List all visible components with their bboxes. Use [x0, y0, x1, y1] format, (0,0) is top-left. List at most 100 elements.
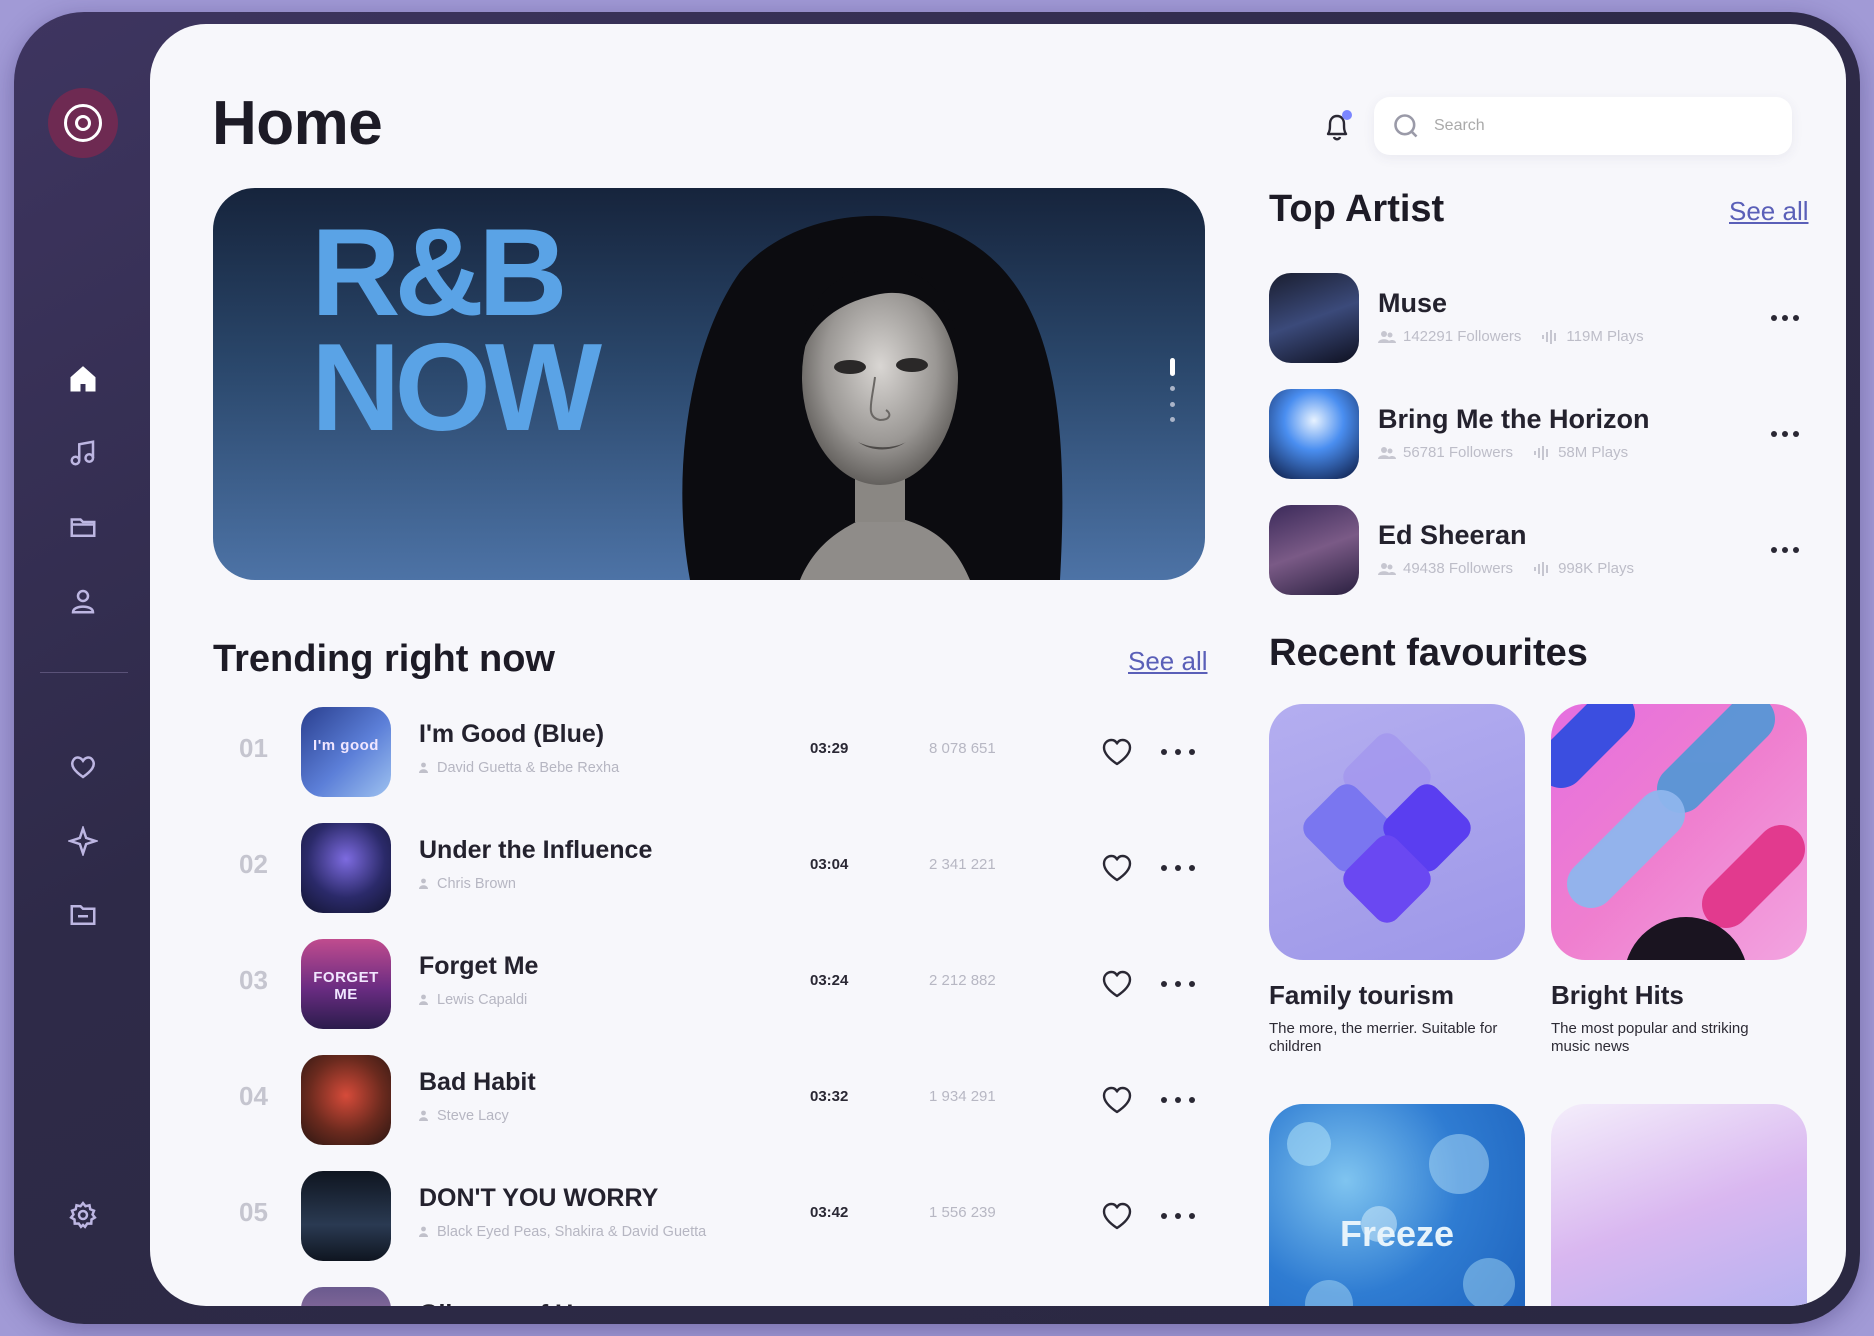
track-artist: Chris Brown	[419, 876, 516, 892]
dot	[1771, 315, 1777, 321]
person-icon	[419, 877, 428, 889]
sidebar-item-discover[interactable]	[58, 816, 108, 866]
track-cover[interactable]	[301, 1171, 391, 1261]
featured-banner[interactable]: R&B NOW	[213, 188, 1205, 580]
sparkle-icon	[68, 826, 98, 856]
notifications-button[interactable]	[1322, 110, 1352, 144]
artist-photo[interactable]	[1269, 273, 1359, 363]
more-options-button[interactable]	[1161, 854, 1195, 882]
sidebar-item-home[interactable]	[58, 354, 108, 404]
favourite-card-gradient[interactable]	[1551, 1104, 1807, 1306]
banner-page-dot[interactable]	[1169, 358, 1175, 376]
search-input[interactable]	[1434, 117, 1764, 135]
track-row[interactable]: 02 Under the Influence Chris Brown 03:04 2 3…	[213, 822, 1205, 914]
more-options-button[interactable]	[1161, 970, 1195, 998]
artist-name[interactable]: Bring Me the Horizon	[1378, 404, 1650, 435]
person-icon	[419, 1225, 428, 1237]
track-title[interactable]: I'm Good (Blue)	[419, 720, 604, 749]
track-play-count: 2 341 221	[929, 856, 996, 873]
track-row[interactable]: 06Glimpse of Us	[213, 1286, 1205, 1306]
artist-row[interactable]: Muse 142291 Followers 119M Plays	[1269, 272, 1813, 364]
track-cover[interactable]	[301, 1055, 391, 1145]
dot	[1175, 749, 1181, 755]
like-button[interactable]	[1101, 969, 1133, 999]
track-title[interactable]: Bad Habit	[419, 1068, 536, 1097]
more-options-button[interactable]	[1161, 1202, 1195, 1230]
recent-favourites-title: Recent favourites	[1269, 632, 1588, 674]
track-rank: 02	[239, 849, 268, 879]
track-duration: 03:42	[810, 1204, 849, 1221]
dot	[1175, 1097, 1181, 1103]
artist-stats: 56781 Followers 58M Plays	[1378, 444, 1628, 461]
plays-waveform-icon	[1534, 445, 1549, 460]
bright-hits-cover	[1551, 704, 1805, 960]
artist-plays: 119M Plays	[1566, 328, 1644, 345]
artist-stats: 49438 Followers 998K Plays	[1378, 560, 1634, 577]
track-cover[interactable]	[301, 1287, 391, 1306]
track-cover[interactable]: I'm good	[301, 707, 391, 797]
track-title[interactable]: Glimpse of Us	[419, 1300, 587, 1306]
track-row[interactable]: 05 DON'T YOU WORRY Black Eyed Peas, Shakir…	[213, 1170, 1205, 1262]
favourite-description: The more, the merrier. Suitable for chil…	[1269, 1020, 1498, 1055]
track-cover[interactable]	[301, 823, 391, 913]
followers-icon	[1378, 446, 1396, 459]
track-row[interactable]: 03 FORGET ME Forget Me Lewis Capaldi 03:24 2 …	[213, 938, 1205, 1030]
top-artist-see-all-link[interactable]: See all	[1729, 196, 1809, 227]
like-button[interactable]	[1101, 1085, 1133, 1115]
sidebar-item-settings[interactable]	[58, 1190, 108, 1240]
like-button[interactable]	[1101, 853, 1133, 883]
trending-see-all-link[interactable]: See all	[1128, 646, 1208, 677]
dot	[1782, 431, 1788, 437]
sidebar-item-music[interactable]	[58, 428, 108, 478]
more-options-button[interactable]	[1771, 304, 1799, 332]
banner-portrait	[682, 215, 1063, 580]
track-play-count: 1 934 291	[929, 1088, 996, 1105]
favourite-card-freeze[interactable]: Freeze	[1269, 1104, 1525, 1306]
track-cover-text: I'm good	[313, 737, 379, 754]
person-icon	[419, 993, 428, 1005]
sidebar-item-library[interactable]	[58, 502, 108, 552]
plays-waveform-icon	[1542, 329, 1557, 344]
more-options-button[interactable]	[1771, 420, 1799, 448]
dot	[1161, 865, 1167, 871]
more-options-button[interactable]	[1771, 536, 1799, 564]
track-title[interactable]: Under the Influence	[419, 836, 652, 865]
favourite-card-family-tourism[interactable]	[1269, 704, 1525, 960]
vinyl-icon	[64, 104, 102, 142]
banner-page-dot[interactable]	[1169, 416, 1175, 422]
more-options-button[interactable]	[1161, 738, 1195, 766]
dot	[1175, 981, 1181, 987]
track-artist: Steve Lacy	[419, 1108, 509, 1124]
artist-name[interactable]: Ed Sheeran	[1378, 520, 1527, 551]
track-artist-name: David Guetta & Bebe Rexha	[437, 760, 620, 776]
artist-photo[interactable]	[1269, 505, 1359, 595]
artist-name[interactable]: Muse	[1378, 288, 1447, 319]
track-row[interactable]: 01 I'm good I'm Good (Blue) David Guetta & …	[213, 706, 1205, 798]
banner-pagination[interactable]	[1169, 358, 1175, 422]
artist-plays: 998K Plays	[1558, 560, 1634, 577]
dot	[1175, 1213, 1181, 1219]
artist-row[interactable]: Bring Me the Horizon 56781 Followers 58M P…	[1269, 388, 1813, 480]
logo[interactable]	[48, 88, 118, 158]
track-cover[interactable]: FORGET ME	[301, 939, 391, 1029]
banner-page-dot[interactable]	[1169, 386, 1175, 392]
favourite-card-bright-hits[interactable]	[1551, 704, 1807, 960]
more-options-button[interactable]	[1161, 1086, 1195, 1114]
artist-photo[interactable]	[1269, 389, 1359, 479]
track-title[interactable]: Forget Me	[419, 952, 538, 981]
person-icon	[419, 761, 428, 773]
favourite-title: Family tourism	[1269, 980, 1454, 1010]
track-title[interactable]: DON'T YOU WORRY	[419, 1184, 658, 1213]
banner-page-dot[interactable]	[1169, 401, 1175, 407]
sidebar-item-favourites[interactable]	[58, 742, 108, 792]
dot	[1161, 981, 1167, 987]
artist-row[interactable]: Ed Sheeran 49438 Followers 998K Plays	[1269, 504, 1813, 596]
track-row[interactable]: 04 Bad Habit Steve Lacy 03:32 1 934 291	[213, 1054, 1205, 1146]
dot	[1175, 865, 1181, 871]
like-button[interactable]	[1101, 737, 1133, 767]
like-button[interactable]	[1101, 1201, 1133, 1231]
followers-icon	[1378, 330, 1396, 343]
search-bar[interactable]	[1374, 97, 1792, 155]
sidebar-item-files[interactable]	[58, 890, 108, 940]
sidebar-item-profile[interactable]	[58, 576, 108, 626]
